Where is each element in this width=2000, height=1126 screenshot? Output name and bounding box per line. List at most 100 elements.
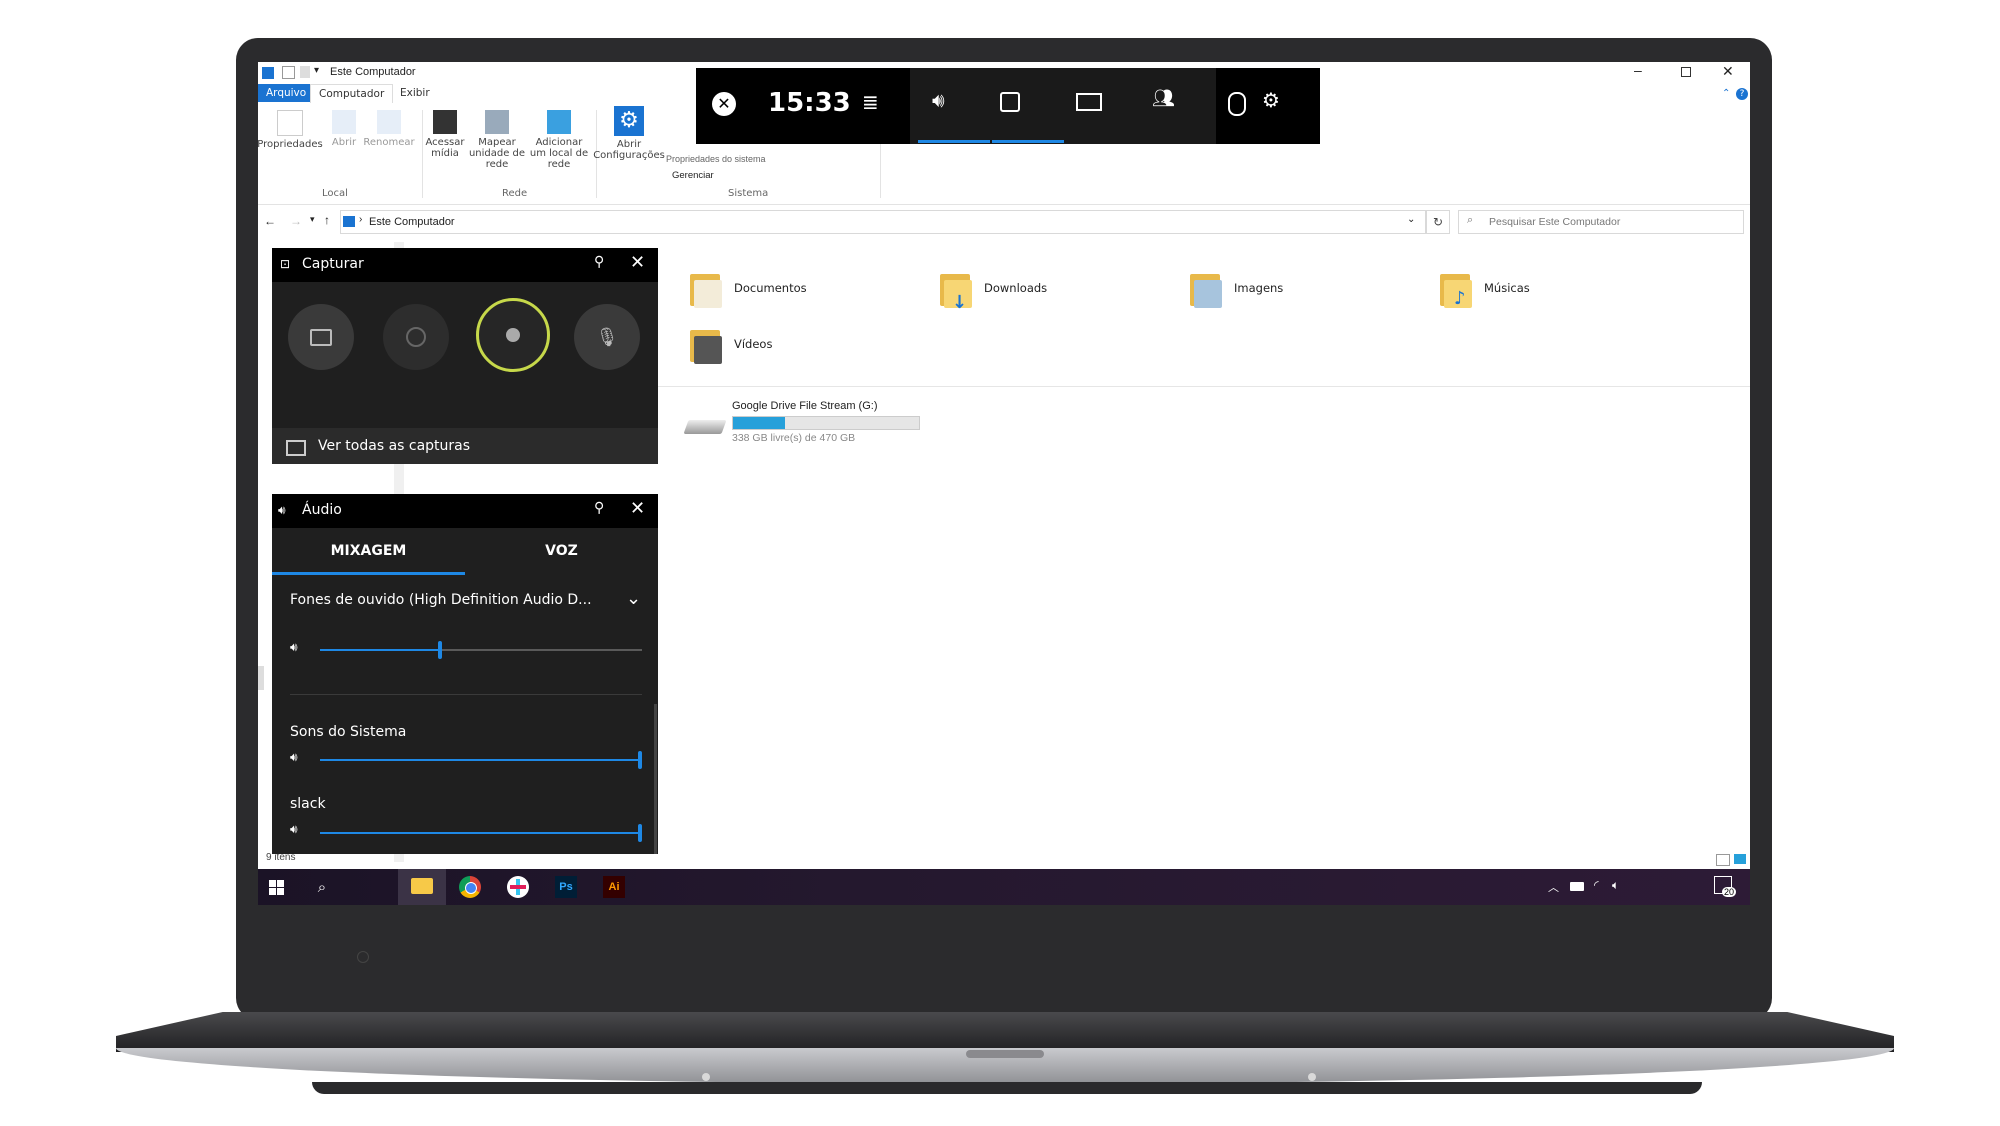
pin-icon[interactable]: ⚲	[594, 500, 604, 516]
slack-icon	[507, 876, 529, 898]
tab-computador[interactable]: Computador	[310, 84, 394, 103]
battery-icon[interactable]	[1570, 882, 1584, 891]
capture-widget: ⊡ Capturar ⚲ ✕ 🎙︎ Ver todas as capturas	[272, 248, 658, 464]
close-icon[interactable]: ✕	[630, 252, 645, 273]
xbox-icon[interactable]: ✕	[712, 92, 736, 116]
camera-icon	[310, 328, 332, 346]
address-bar[interactable]: › Este Computador ⌄	[340, 210, 1426, 234]
qa-dropdown-icon[interactable]: ▾	[314, 65, 319, 76]
open-button[interactable]: Abrir	[326, 110, 362, 148]
help-icon[interactable]: ?	[1736, 88, 1748, 100]
audio-header: 🔊︎ Áudio ⚲ ✕	[272, 494, 658, 528]
volume-icon[interactable]: 🔈︎	[1612, 878, 1619, 893]
group-label-sistema: Sistema	[728, 188, 769, 199]
nav-pane-edge	[258, 666, 264, 690]
device-volume-thumb[interactable]	[438, 641, 443, 659]
capture-widget-icon[interactable]	[1000, 92, 1020, 112]
minimize-icon[interactable]: –	[1634, 62, 1642, 78]
drive-usage-bar	[732, 416, 920, 430]
capture-header-icon: ⊡	[280, 257, 291, 271]
speaker-icon[interactable]: 🔊︎	[290, 750, 298, 765]
tray-chevron-up-icon[interactable]: ︿	[1548, 879, 1559, 895]
mouse-icon[interactable]	[1228, 92, 1246, 116]
open-icon	[332, 110, 356, 134]
videos-folder-icon	[690, 324, 724, 364]
tab-voz[interactable]: VOZ	[465, 528, 658, 574]
tab-exibir[interactable]: Exibir	[392, 84, 438, 102]
properties-icon	[277, 110, 303, 136]
gallery-icon	[286, 440, 306, 456]
recent-dropdown-icon[interactable]: ▾	[310, 214, 315, 225]
mic-toggle-button[interactable]: 🎙︎	[574, 304, 640, 370]
performance-widget-icon[interactable]	[1076, 93, 1102, 111]
social-widget-icon[interactable]: 👥︎	[1152, 88, 1175, 109]
pin-icon[interactable]: ⚲	[594, 254, 604, 270]
system-properties-link[interactable]: Propriedades do sistema	[666, 154, 766, 164]
folder-musicas[interactable]: ♪ Músicas	[1440, 268, 1530, 309]
taskbar-item-file-explorer[interactable]	[398, 869, 446, 905]
details-view-icon[interactable]	[1716, 854, 1730, 866]
address-dropdown-icon[interactable]: ⌄	[1407, 214, 1415, 225]
device-volume-fill	[320, 649, 443, 651]
record-last-button[interactable]	[383, 304, 449, 370]
manage-link[interactable]: Gerenciar	[672, 170, 714, 181]
slack-volume-thumb[interactable]	[638, 824, 642, 842]
folder-documentos[interactable]: Documentos	[690, 268, 807, 308]
close-icon[interactable]: ✕	[1722, 63, 1734, 80]
record-last-icon	[406, 327, 426, 347]
output-device-select[interactable]: Fones de ouvido (High Definition Audio D…	[290, 592, 592, 608]
taskbar-item-chrome[interactable]	[446, 869, 494, 905]
add-network-location-button[interactable]: Adicionar um local de rede	[528, 110, 590, 170]
open-settings-button[interactable]: ⚙ Abrir Configurações	[593, 106, 665, 161]
ribbon-collapse-icon[interactable]: ⌃	[1722, 88, 1730, 99]
photoshop-icon: Ps	[555, 876, 577, 898]
windows-start-icon[interactable]	[264, 875, 288, 899]
taskbar-item-illustrator[interactable]: Ai	[590, 869, 638, 905]
restore-icon[interactable]	[1681, 67, 1691, 77]
rename-button[interactable]: Renomear	[363, 110, 415, 148]
wifi-icon[interactable]: ◜	[1594, 878, 1599, 892]
computer-icon	[262, 67, 274, 79]
rename-icon	[377, 110, 401, 134]
audio-widget-icon[interactable]: 🔊︎	[932, 88, 945, 112]
large-icons-view-icon[interactable]	[1734, 854, 1746, 864]
properties-button[interactable]: Propriedades	[258, 110, 323, 150]
start-recording-button[interactable]	[476, 298, 550, 372]
audio-scrollbar[interactable]	[654, 704, 657, 854]
system-sounds-volume-thumb[interactable]	[638, 751, 642, 769]
taskbar-item-slack[interactable]	[494, 869, 542, 905]
drive-google[interactable]: Google Drive File Stream (G:) 338 GB liv…	[678, 398, 938, 448]
downloads-folder-icon: ↓	[940, 268, 974, 313]
up-arrow-icon[interactable]: ↑	[324, 213, 330, 227]
forward-arrow-icon[interactable]: →	[290, 214, 302, 228]
audio-widget: 🔊︎ Áudio ⚲ ✕ MIXAGEM VOZ Fones de ouvido…	[272, 494, 658, 854]
back-arrow-icon[interactable]: ←	[264, 214, 276, 228]
tab-mixagem[interactable]: MIXAGEM	[272, 528, 465, 574]
chevron-down-icon[interactable]: ⌄	[626, 588, 641, 609]
mic-muted-icon: 🎙︎	[595, 326, 619, 348]
speaker-icon[interactable]: 🔊︎	[290, 822, 298, 837]
folder-imagens[interactable]: Imagens	[1190, 268, 1283, 308]
group-label-rede: Rede	[502, 188, 528, 199]
map-drive-button[interactable]: Mapear unidade de rede	[466, 110, 528, 170]
properties-qa-icon[interactable]	[282, 66, 295, 79]
view-all-captures-link[interactable]: Ver todas as capturas	[272, 428, 658, 464]
taskbar-item-photoshop[interactable]: Ps	[542, 869, 590, 905]
screenshot-button[interactable]	[288, 304, 354, 370]
search-box[interactable]: ⌕ Pesquisar Este Computador	[1458, 210, 1744, 234]
map-drive-icon	[485, 110, 509, 134]
tab-arquivo[interactable]: Arquivo	[258, 84, 315, 102]
widget-menu-icon[interactable]: ≣	[862, 90, 879, 114]
drive-usage-fill	[733, 417, 786, 429]
folder-videos[interactable]: Vídeos	[690, 324, 772, 364]
folder-downloads[interactable]: ↓ Downloads	[940, 268, 1047, 313]
screen: ▾ Este Computador – ✕ Arquivo Computador…	[258, 62, 1750, 905]
pictures-folder-icon	[1190, 268, 1224, 308]
search-icon[interactable]: ⌕	[310, 875, 334, 899]
refresh-icon[interactable]: ↻	[1426, 210, 1450, 234]
speaker-icon[interactable]: 🔊︎	[290, 640, 298, 655]
new-folder-qa-icon[interactable]	[300, 66, 310, 78]
access-media-button[interactable]: Acessar mídia	[424, 110, 466, 159]
settings-gear-icon[interactable]: ⚙	[1262, 88, 1280, 112]
close-icon[interactable]: ✕	[630, 498, 645, 519]
